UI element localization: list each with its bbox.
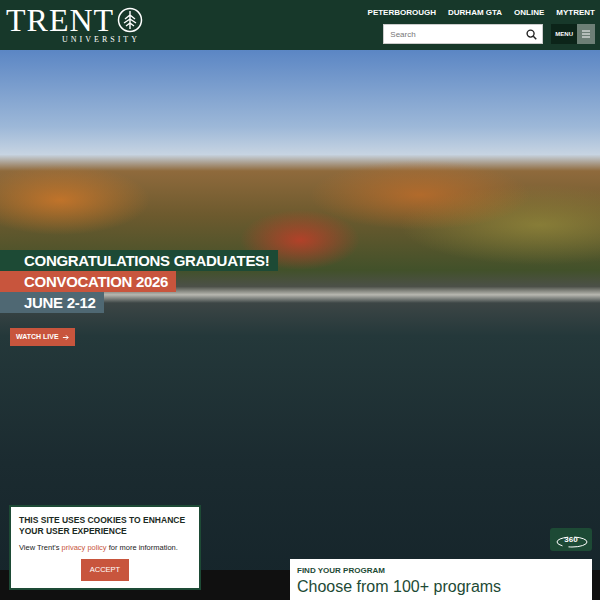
- campus-link[interactable]: MYTRENT: [556, 7, 595, 19]
- search-menu-bar: MENU: [383, 24, 595, 44]
- cookie-text-after: for more information.: [107, 543, 178, 552]
- search-box: [383, 24, 543, 44]
- convocation-banner: CONGRATULATIONS GRADUATES!CONVOCATION 20…: [0, 250, 278, 346]
- arrow-right-icon: [62, 334, 69, 341]
- logo-name: TRENT: [6, 5, 114, 35]
- cookie-text-before: View Trent's: [19, 543, 62, 552]
- cookie-title: THIS SITE USES COOKIES TO ENHANCE YOUR U…: [19, 515, 191, 537]
- menu-button[interactable]: MENU: [551, 24, 577, 44]
- header-tools: PETERBOROUGH DURHAM GTA ONLINE MYTRENT MENU: [368, 5, 595, 50]
- accept-button[interactable]: ACCEPT: [81, 559, 129, 581]
- tour-360-label: 360: [564, 534, 577, 546]
- tree-emblem-icon: [117, 7, 143, 33]
- campus-link[interactable]: DURHAM GTA: [448, 7, 502, 19]
- privacy-policy-link[interactable]: privacy policy: [62, 543, 107, 552]
- accept-row: ACCEPT: [19, 553, 191, 581]
- rotation-ring-icon: [555, 535, 589, 549]
- find-program-card[interactable]: FIND YOUR PROGRAMChoose from 100+ progra…: [290, 559, 592, 600]
- watch-live-button[interactable]: WATCH LIVE: [10, 328, 75, 346]
- program-card-title: Choose from 100+ programs: [297, 576, 585, 598]
- campus-links: PETERBOROUGH DURHAM GTA ONLINE MYTRENT: [368, 7, 595, 19]
- site-logo[interactable]: TRENTUNIVERSITY: [6, 5, 143, 50]
- site-header: TRENTUNIVERSITY PETERBOROUGH DURHAM GTA ONL…: [0, 0, 600, 50]
- logo-row: TRENT: [6, 5, 143, 35]
- logo-subtitle: UNIVERSITY: [62, 35, 143, 45]
- tour-360-button[interactable]: 360: [550, 528, 592, 551]
- banner-line: JUNE 2-12: [0, 292, 104, 313]
- campus-link[interactable]: ONLINE: [514, 7, 544, 19]
- campus-link[interactable]: PETERBOROUGH: [368, 7, 436, 19]
- program-card-label: FIND YOUR PROGRAM: [297, 565, 585, 576]
- magnifier-icon: [526, 29, 537, 40]
- search-input[interactable]: [384, 25, 526, 43]
- banner-line: CONGRATULATIONS GRADUATES!: [0, 250, 278, 271]
- watch-live-label: WATCH LIVE: [16, 332, 59, 342]
- hero-photo: CONGRATULATIONS GRADUATES!CONVOCATION 20…: [0, 50, 600, 600]
- cookie-notice: THIS SITE USES COOKIES TO ENHANCE YOUR U…: [9, 505, 201, 590]
- tour-360-inner: 360: [564, 534, 577, 546]
- hamburger-icon: [581, 30, 591, 38]
- hamburger-button[interactable]: [577, 24, 595, 44]
- cookie-text: View Trent's privacy policy for more inf…: [19, 542, 191, 553]
- banner-line: CONVOCATION 2026: [0, 271, 176, 292]
